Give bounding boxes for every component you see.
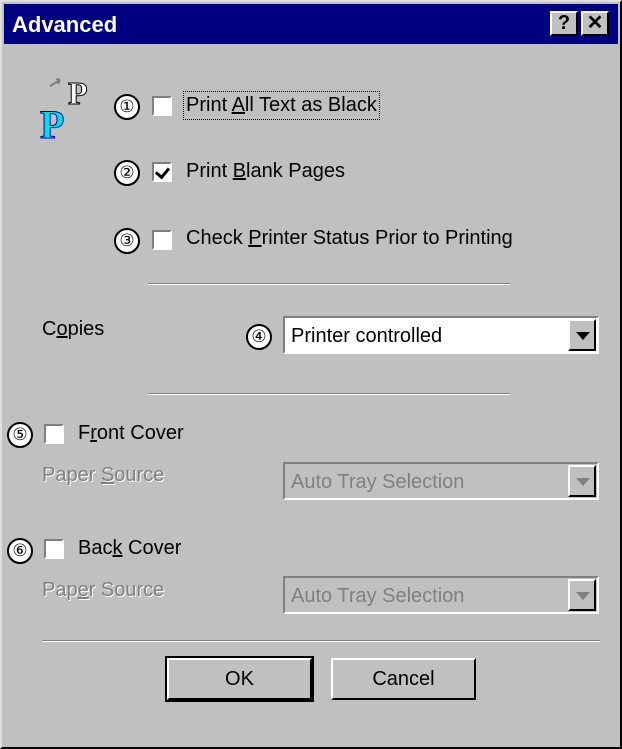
label-part: C [42, 318, 57, 340]
access-key: k [112, 537, 123, 559]
print-black-text-icon: P P [40, 75, 88, 141]
title-bar[interactable]: Advanced ? ✕ [4, 4, 618, 44]
label-part: Check [186, 227, 249, 249]
separator [42, 640, 600, 642]
label-part: r Source [88, 579, 165, 601]
ok-button[interactable]: OK [165, 656, 314, 702]
separator [148, 283, 510, 285]
svg-text:P: P [68, 75, 88, 111]
front-paper-source-label: Paper Source [42, 464, 164, 487]
callout-4: ④ [246, 324, 272, 350]
access-key: o [56, 318, 68, 340]
access-key: e [77, 579, 89, 601]
back-cover-checkbox[interactable] [44, 539, 64, 559]
label-part: Paper [42, 464, 101, 486]
print-blank-pages-label[interactable]: Print Blank Pages [186, 160, 345, 183]
front-cover-label[interactable]: Front Cover [78, 422, 184, 445]
front-cover-checkbox[interactable] [44, 424, 64, 444]
access-key: r [90, 422, 97, 444]
front-paper-source-select[interactable]: Auto Tray Selection [283, 462, 599, 500]
close-button[interactable]: ✕ [581, 11, 609, 36]
window-title: Advanced [12, 12, 118, 37]
chevron-down-icon[interactable] [568, 579, 596, 611]
label-part: Print [186, 160, 233, 182]
cancel-button[interactable]: Cancel [331, 658, 476, 700]
copies-select[interactable]: Printer controlled [283, 316, 599, 354]
callout-1: ① [114, 94, 140, 120]
callout-5: ⑤ [7, 422, 33, 448]
print-blank-pages-checkbox[interactable] [152, 162, 172, 182]
copies-value: Printer controlled [291, 325, 443, 347]
chevron-down-icon[interactable] [568, 319, 596, 351]
front-paper-source-value: Auto Tray Selection [291, 471, 465, 493]
callout-3: ③ [114, 228, 140, 254]
back-paper-source-select[interactable]: Auto Tray Selection [283, 576, 599, 614]
label-part: lank Pages [246, 160, 345, 182]
svg-text:P: P [40, 102, 64, 140]
separator [148, 393, 510, 395]
label-part: Cover [122, 537, 182, 559]
access-key: P [248, 227, 262, 249]
print-all-text-black-label[interactable]: Print All Text as Black [183, 91, 380, 120]
callout-2: ② [114, 160, 140, 186]
label-part: Print [186, 94, 232, 116]
access-key: B [232, 160, 247, 182]
advanced-dialog: Advanced ? ✕ P P ① Print All Text as Bla… [0, 0, 622, 749]
label-part: rinter Status Prior to Printing [261, 227, 513, 249]
label-part: ont Cover [96, 422, 184, 444]
print-all-text-black-checkbox[interactable] [152, 96, 172, 116]
check-printer-status-label[interactable]: Check Printer Status Prior to Printing [186, 227, 513, 250]
back-paper-source-value: Auto Tray Selection [291, 585, 465, 607]
access-key: S [100, 464, 115, 486]
label-part: Bac [78, 537, 113, 559]
label-part: F [78, 422, 91, 444]
copies-label: Copies [42, 318, 104, 341]
check-printer-status-checkbox[interactable] [152, 230, 172, 250]
label-part: Pap [42, 579, 78, 601]
label-part: ll Text as Black [244, 94, 377, 116]
label-part: pies [67, 318, 105, 340]
back-paper-source-label: Paper Source [42, 579, 164, 602]
help-button[interactable]: ? [550, 11, 578, 36]
callout-6: ⑥ [7, 538, 33, 564]
chevron-down-icon[interactable] [568, 465, 596, 497]
access-key: A [231, 94, 245, 116]
back-cover-label[interactable]: Back Cover [78, 537, 181, 560]
label-part: ource [114, 464, 165, 486]
